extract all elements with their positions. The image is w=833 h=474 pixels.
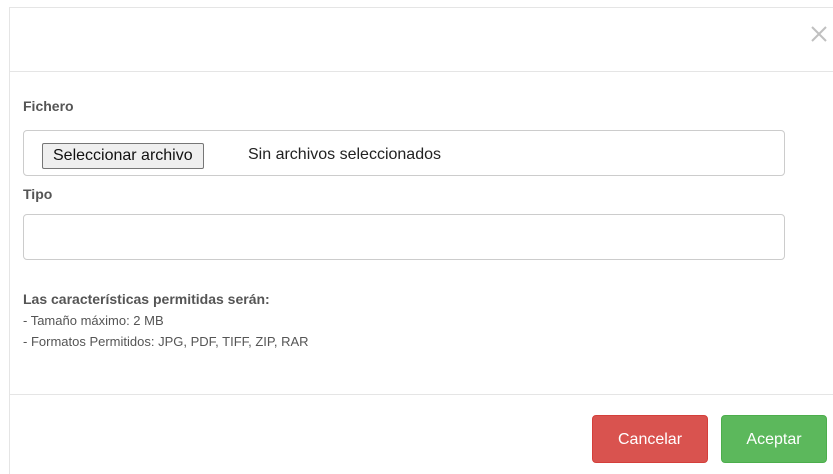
close-icon	[811, 26, 827, 42]
close-button[interactable]	[808, 23, 830, 45]
allowed-features-info: Las características permitidas serán: - …	[23, 289, 309, 352]
dialog-footer-divider	[10, 394, 833, 395]
file-label: Fichero	[23, 98, 74, 114]
file-input[interactable]: Seleccionar archivo Sin archivos selecci…	[23, 130, 785, 176]
type-field[interactable]	[24, 215, 784, 259]
type-field-wrapper	[23, 214, 785, 260]
info-title: Las características permitidas serán:	[23, 291, 270, 307]
accept-button[interactable]: Aceptar	[721, 415, 827, 463]
select-file-button[interactable]: Seleccionar archivo	[42, 143, 204, 169]
dialog-header	[10, 8, 833, 72]
upload-dialog: Fichero Seleccionar archivo Sin archivos…	[9, 7, 833, 474]
info-line-size: - Tamaño máximo: 2 MB	[23, 313, 164, 328]
file-status-text: Sin archivos seleccionados	[248, 146, 441, 163]
cancel-button[interactable]: Cancelar	[592, 415, 708, 463]
type-label: Tipo	[23, 186, 53, 202]
info-line-formats: - Formatos Permitidos: JPG, PDF, TIFF, Z…	[23, 334, 309, 349]
